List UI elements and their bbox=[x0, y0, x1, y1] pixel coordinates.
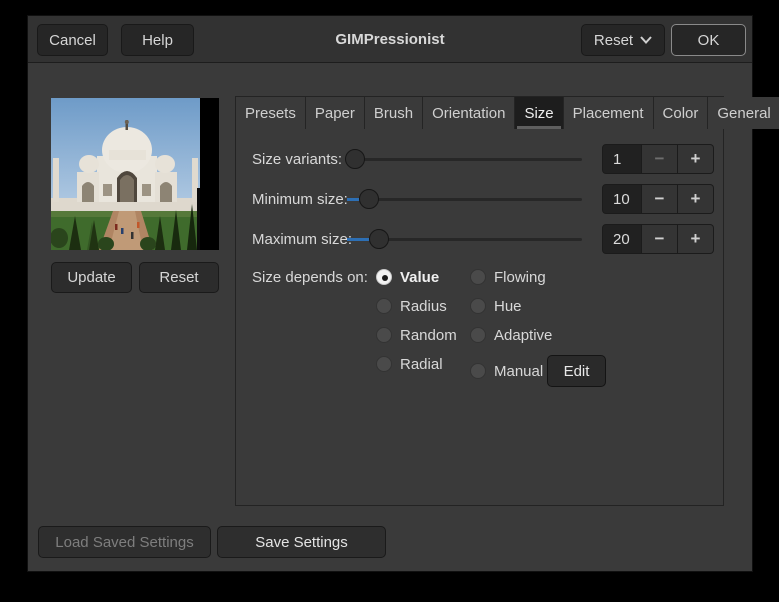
maximum-size-row: Maximum size: 20 − + bbox=[236, 223, 723, 255]
minimum-size-slider[interactable] bbox=[347, 198, 582, 201]
tab-size[interactable]: Size bbox=[515, 97, 563, 129]
radio-unselected-icon bbox=[470, 269, 486, 285]
radio-label: Value bbox=[400, 269, 439, 286]
minimum-size-label: Minimum size: bbox=[252, 183, 348, 215]
tab-color[interactable]: Color bbox=[654, 97, 709, 129]
tab-paper[interactable]: Paper bbox=[306, 97, 365, 129]
tab-strip: Presets Paper Brush Orientation Size Pla… bbox=[236, 97, 723, 129]
radio-radius[interactable]: Radius bbox=[376, 294, 447, 318]
dialog-header: GIMPressionist Cancel Help Reset OK bbox=[28, 16, 752, 63]
preview-image bbox=[51, 98, 219, 250]
decrement-icon[interactable]: − bbox=[642, 224, 678, 254]
edit-manual-button[interactable]: Edit bbox=[547, 355, 606, 387]
radio-manual[interactable]: Manual bbox=[470, 359, 543, 383]
increment-icon[interactable]: + bbox=[678, 224, 714, 254]
settings-notebook: Presets Paper Brush Orientation Size Pla… bbox=[235, 96, 724, 506]
minimum-size-spinbox: 10 − + bbox=[602, 184, 714, 214]
gimpressionist-dialog: GIMPressionist Cancel Help Reset OK bbox=[27, 15, 753, 572]
load-saved-settings-button[interactable]: Load Saved Settings bbox=[38, 526, 211, 558]
tab-brush[interactable]: Brush bbox=[365, 97, 423, 129]
maximum-size-value[interactable]: 20 bbox=[602, 224, 642, 254]
radio-random[interactable]: Random bbox=[376, 323, 457, 347]
decrement-icon[interactable]: − bbox=[642, 144, 678, 174]
taj-mahal-preview-icon bbox=[51, 98, 219, 250]
tab-placement[interactable]: Placement bbox=[564, 97, 654, 129]
cancel-button[interactable]: Cancel bbox=[37, 24, 108, 56]
radio-label: Radial bbox=[400, 356, 443, 373]
size-variants-row: Size variants: 1 − + bbox=[236, 143, 723, 175]
radio-value[interactable]: Value bbox=[376, 265, 439, 289]
save-settings-button[interactable]: Save Settings bbox=[217, 526, 386, 558]
size-depends-on-label: Size depends on: bbox=[252, 265, 368, 289]
size-variants-spinbox: 1 − + bbox=[602, 144, 714, 174]
maximum-size-spinbox: 20 − + bbox=[602, 224, 714, 254]
radio-unselected-icon bbox=[470, 298, 486, 314]
radio-radial[interactable]: Radial bbox=[376, 352, 443, 376]
radio-label: Adaptive bbox=[494, 327, 552, 344]
tab-orientation[interactable]: Orientation bbox=[423, 97, 515, 129]
radio-label: Hue bbox=[494, 298, 522, 315]
ok-button[interactable]: OK bbox=[671, 24, 746, 56]
radio-unselected-icon bbox=[470, 363, 486, 379]
radio-selected-icon bbox=[376, 269, 392, 285]
update-preview-button[interactable]: Update bbox=[51, 262, 132, 293]
tab-presets[interactable]: Presets bbox=[236, 97, 306, 129]
size-variants-slider[interactable] bbox=[347, 158, 582, 161]
screen: GIMPressionist Cancel Help Reset OK bbox=[0, 0, 779, 602]
decrement-icon[interactable]: − bbox=[642, 184, 678, 214]
radio-label: Manual bbox=[494, 363, 543, 380]
maximum-size-label: Maximum size: bbox=[252, 223, 352, 255]
reset-dropdown-label: Reset bbox=[594, 32, 633, 49]
slider-thumb[interactable] bbox=[359, 189, 379, 209]
chevron-down-icon bbox=[640, 36, 652, 44]
slider-fill bbox=[347, 238, 371, 241]
radio-label: Flowing bbox=[494, 269, 546, 286]
slider-thumb[interactable] bbox=[369, 229, 389, 249]
radio-unselected-icon bbox=[376, 298, 392, 314]
maximum-size-slider[interactable] bbox=[347, 238, 582, 241]
increment-icon[interactable]: + bbox=[678, 184, 714, 214]
help-button[interactable]: Help bbox=[121, 24, 194, 56]
size-variants-label: Size variants: bbox=[252, 143, 342, 175]
increment-icon[interactable]: + bbox=[678, 144, 714, 174]
radio-unselected-icon bbox=[376, 327, 392, 343]
size-variants-value[interactable]: 1 bbox=[602, 144, 642, 174]
radio-flowing[interactable]: Flowing bbox=[470, 265, 546, 289]
radio-unselected-icon bbox=[376, 356, 392, 372]
radio-hue[interactable]: Hue bbox=[470, 294, 522, 318]
radio-adaptive[interactable]: Adaptive bbox=[470, 323, 552, 347]
minimum-size-row: Minimum size: 10 − + bbox=[236, 183, 723, 215]
reset-dropdown-button[interactable]: Reset bbox=[581, 24, 665, 56]
reset-preview-button[interactable]: Reset bbox=[139, 262, 219, 293]
tab-general[interactable]: General bbox=[708, 97, 779, 129]
minimum-size-value[interactable]: 10 bbox=[602, 184, 642, 214]
radio-unselected-icon bbox=[470, 327, 486, 343]
radio-label: Radius bbox=[400, 298, 447, 315]
radio-label: Random bbox=[400, 327, 457, 344]
slider-thumb[interactable] bbox=[345, 149, 365, 169]
